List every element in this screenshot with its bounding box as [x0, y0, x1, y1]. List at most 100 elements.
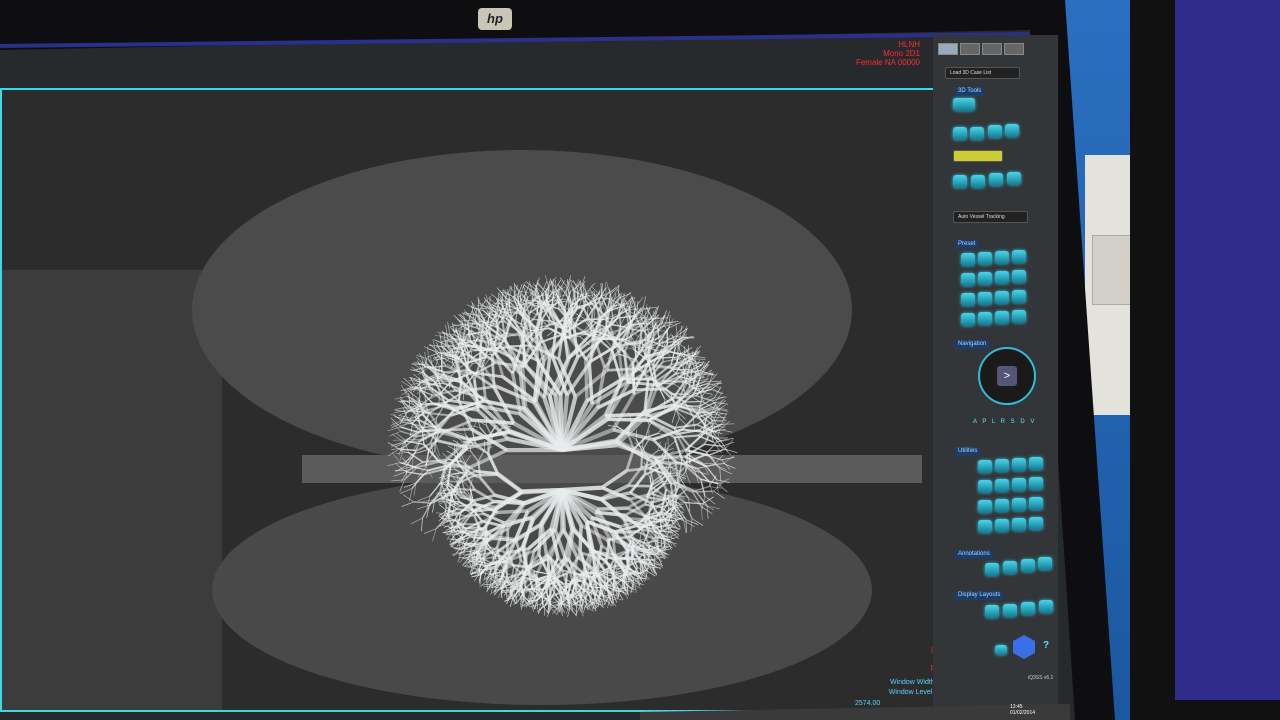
body-tissue — [2, 270, 222, 710]
utility-icon[interactable] — [1012, 478, 1026, 491]
vessel-branch — [597, 506, 628, 511]
utility-icon[interactable] — [978, 520, 992, 533]
screen-icon[interactable] — [995, 645, 1007, 655]
preset-icon[interactable] — [961, 273, 975, 286]
tool-icon[interactable] — [971, 175, 985, 188]
vessel-branch — [584, 359, 589, 402]
3d-viewport[interactable] — [0, 88, 962, 712]
preset-icon[interactable] — [978, 292, 992, 305]
utility-icon[interactable] — [995, 519, 1009, 532]
utility-icon[interactable] — [978, 500, 992, 513]
preset-icon[interactable] — [1012, 290, 1026, 303]
opacity-slider[interactable] — [953, 150, 1003, 162]
utility-icon[interactable] — [978, 460, 992, 473]
auto-vessel-tracking-dropdown[interactable]: Auto Vessel Tracking — [953, 211, 1028, 223]
brand-logo: hp — [478, 8, 512, 30]
overlay-line: Mono 2D1 — [883, 49, 920, 58]
orientation-buttons[interactable]: A P L R S D V — [973, 419, 1036, 426]
version-label: iQ3SS v6.1 — [1028, 675, 1054, 681]
layout-2x2-icon[interactable] — [1003, 604, 1017, 617]
vessel-branch — [651, 520, 664, 523]
section-preset: Preset — [955, 240, 979, 249]
layout-3x3-icon[interactable] — [1021, 602, 1035, 615]
copy-icon[interactable] — [1005, 124, 1019, 137]
vessel-branch — [507, 344, 532, 348]
vessel-branch — [420, 429, 445, 433]
vessel-branch — [696, 490, 714, 493]
tab-2[interactable] — [960, 43, 980, 55]
tool-icon[interactable] — [953, 175, 967, 188]
vessel-branch — [501, 577, 504, 590]
preset-icon[interactable] — [978, 252, 992, 265]
utility-icon[interactable] — [1012, 518, 1026, 531]
annotation-measure-icon[interactable] — [1021, 559, 1035, 572]
utility-icon[interactable] — [1012, 498, 1026, 511]
tab-4[interactable] — [1004, 43, 1024, 55]
clock-date: 01/02/2014 — [1010, 710, 1036, 716]
arrow-right-icon[interactable] — [970, 127, 984, 140]
arrow-left-icon[interactable] — [953, 127, 967, 140]
load-case-list-button[interactable]: Load 3D Case List — [945, 67, 1020, 79]
preset-icon[interactable] — [961, 253, 975, 266]
utility-icon[interactable] — [1029, 517, 1043, 530]
vessel-branch — [659, 466, 673, 469]
vessel-branch — [497, 509, 528, 515]
vessel-branch — [557, 291, 560, 310]
3d-tool-select[interactable] — [953, 98, 975, 111]
preset-icon[interactable] — [995, 271, 1009, 284]
preset-icon[interactable] — [995, 291, 1009, 304]
preset-icon[interactable] — [995, 251, 1009, 264]
vessel-branch — [631, 363, 636, 395]
preset-icon[interactable] — [1012, 250, 1026, 263]
utility-icon[interactable] — [1029, 497, 1043, 510]
section-3d-tools: 3D Tools — [955, 87, 985, 96]
utility-icon[interactable] — [978, 480, 992, 493]
hexagon-logo-button[interactable] — [1013, 635, 1035, 659]
second-monitor-screen — [1175, 0, 1280, 700]
zoom-value: 2574.00 — [855, 700, 881, 707]
vessel-branch — [634, 387, 666, 392]
play-button[interactable]: > — [997, 366, 1017, 386]
vessel-branch — [664, 482, 678, 485]
utility-icon[interactable] — [1029, 477, 1043, 490]
tool-icon[interactable] — [989, 173, 1003, 186]
section-navigation: Navigation — [955, 340, 990, 349]
patient-overlay: HLNH Mono 2D1 Female NA 00000 — [840, 40, 920, 67]
preset-icon[interactable] — [978, 272, 992, 285]
tab-1[interactable] — [938, 43, 958, 55]
help-button[interactable]: ? — [1043, 640, 1049, 652]
tool-icon[interactable] — [1007, 172, 1021, 185]
utility-icon[interactable] — [995, 459, 1009, 472]
preset-icon[interactable] — [961, 293, 975, 306]
preset-icon[interactable] — [995, 311, 1009, 324]
page-icon[interactable] — [988, 125, 1002, 138]
utility-icon[interactable] — [1029, 457, 1043, 470]
vessel-branch — [673, 368, 691, 371]
clock: 13:45 01/02/2014 — [1010, 704, 1035, 716]
preset-icon[interactable] — [1012, 270, 1026, 283]
utility-icon[interactable] — [995, 479, 1009, 492]
annotation-arrow-icon[interactable] — [985, 563, 999, 576]
overlay-line: Female NA 00000 — [855, 58, 920, 67]
preset-icon[interactable] — [978, 312, 992, 325]
lung-vessel-render — [2, 90, 960, 710]
overlay-line: HLNH — [898, 40, 920, 49]
annotation-text-icon[interactable] — [1003, 561, 1017, 574]
tab-3[interactable] — [982, 43, 1002, 55]
vessel-branch — [475, 473, 498, 477]
preset-icon[interactable] — [1012, 310, 1026, 323]
utility-icon[interactable] — [995, 499, 1009, 512]
vessel-branch — [640, 450, 644, 468]
utility-icon[interactable] — [1012, 458, 1026, 471]
wall-socket — [1092, 235, 1132, 305]
second-monitor — [1130, 0, 1280, 720]
layout-4x4-icon[interactable] — [1039, 600, 1053, 613]
annotation-note-icon[interactable] — [1038, 557, 1052, 570]
vessel-branch — [483, 527, 487, 545]
preset-icon[interactable] — [961, 313, 975, 326]
vessel-branch — [537, 523, 543, 555]
navigation-wheel[interactable]: > — [978, 347, 1036, 405]
section-utilities: Utilities — [955, 447, 981, 456]
layout-1x1-icon[interactable] — [985, 605, 999, 618]
tool-panel: Load 3D Case List 3D Tools Auto Vessel T… — [933, 35, 1058, 710]
